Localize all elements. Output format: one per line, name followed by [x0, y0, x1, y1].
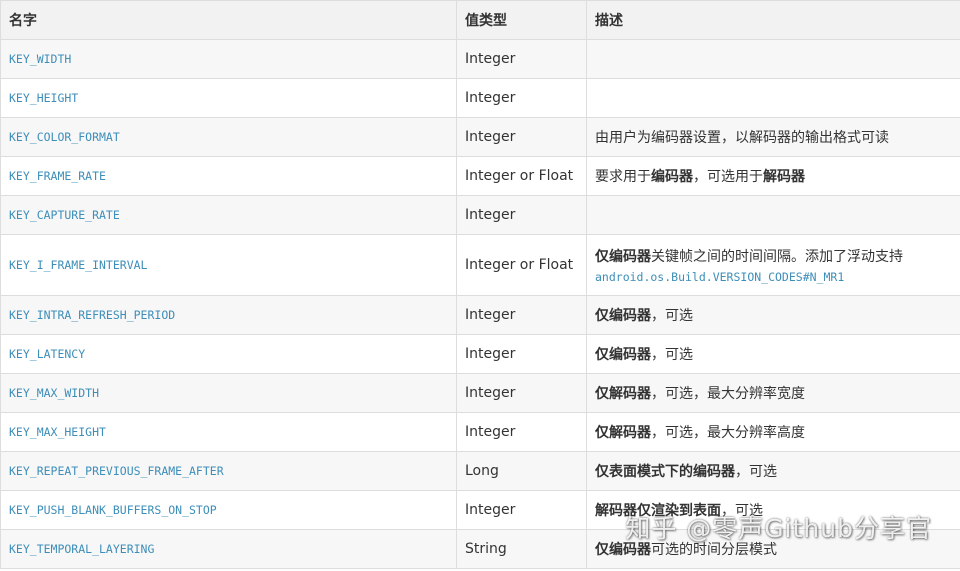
table-row: KEY_WIDTH Integer — [0, 39, 960, 79]
table-row: KEY_CAPTURE_RATE Integer — [0, 195, 960, 235]
table-header: 名字 值类型 描述 — [0, 0, 960, 40]
value-type-cell: Integer — [456, 117, 587, 157]
value-type-cell: Integer — [456, 78, 587, 118]
key-name-link[interactable]: KEY_LATENCY — [0, 334, 457, 374]
key-name-link[interactable]: KEY_TEMPORAL_LAYERING — [0, 529, 457, 569]
value-type-cell: Integer — [456, 490, 587, 530]
description-cell: 由用户为编码器设置，以解码器的输出格式可读 — [586, 117, 960, 157]
description-text: ，可选，最大分辨率宽度 — [651, 386, 805, 402]
key-name-link[interactable]: KEY_HEIGHT — [0, 78, 457, 118]
description-emphasis: 仅解码器 — [595, 386, 651, 402]
table-row: KEY_PUSH_BLANK_BUFFERS_ON_STOP Integer 解码器… — [0, 490, 960, 530]
table-row: KEY_MAX_WIDTH Integer 仅解码器，可选，最大分辨率宽度 — [0, 373, 960, 413]
description-emphasis: 仅编码器 — [595, 248, 651, 265]
description-text: 要求用于 — [595, 169, 651, 185]
table-row: KEY_LATENCY Integer 仅编码器，可选 — [0, 334, 960, 374]
key-name-link[interactable]: KEY_MAX_HEIGHT — [0, 412, 457, 452]
header-description: 描述 — [586, 0, 960, 40]
key-name-link[interactable]: KEY_PUSH_BLANK_BUFFERS_ON_STOP — [0, 490, 457, 530]
table-row: KEY_REPEAT_PREVIOUS_FRAME_AFTER Long 仅表面模式… — [0, 451, 960, 491]
key-name-link[interactable]: KEY_WIDTH — [0, 39, 457, 79]
value-type-cell: Integer — [456, 39, 587, 79]
description-cell: 仅编码器关键帧之间的时间间隔。添加了浮动支持 android.os.Build.V… — [586, 234, 960, 296]
description-emphasis: 仅解码器 — [595, 425, 651, 441]
key-name-link[interactable]: KEY_FRAME_RATE — [0, 156, 457, 196]
description-text: 关键帧之间的时间间隔。添加了浮动支持 — [651, 248, 903, 265]
media-format-keys-table: 名字 值类型 描述 KEY_WIDTH Integer KEY_HEIGHT Inte… — [0, 0, 960, 569]
description-cell: 仅编码器可选的时间分层模式 — [586, 529, 960, 569]
description-cell: 仅编码器，可选 — [586, 295, 960, 335]
key-name-link[interactable]: KEY_MAX_WIDTH — [0, 373, 457, 413]
description-cell: 仅解码器，可选，最大分辨率宽度 — [586, 373, 960, 413]
key-name-link[interactable]: KEY_INTRA_REFRESH_PERIOD — [0, 295, 457, 335]
key-name-link[interactable]: KEY_COLOR_FORMAT — [0, 117, 457, 157]
table-row: KEY_INTRA_REFRESH_PERIOD Integer 仅编码器，可选 — [0, 295, 960, 335]
description-emphasis: 编码器 — [651, 169, 693, 185]
value-type-cell: Integer — [456, 295, 587, 335]
description-text: 由用户为编码器设置，以解码器的输出格式可读 — [595, 130, 889, 146]
description-text: ，可选，最大分辨率高度 — [651, 425, 805, 441]
api-reference-link[interactable]: android.os.Build.VERSION_CODES#N_MR1 — [595, 270, 844, 284]
description-emphasis: 仅编码器 — [595, 347, 651, 363]
value-type-cell: Integer or Float — [456, 156, 587, 196]
description-emphasis: 仅表面模式下的编码器 — [595, 464, 735, 480]
header-name: 名字 — [0, 0, 457, 40]
value-type-cell: Long — [456, 451, 587, 491]
description-cell: 仅编码器，可选 — [586, 334, 960, 374]
value-type-cell: String — [456, 529, 587, 569]
key-name-link[interactable]: KEY_CAPTURE_RATE — [0, 195, 457, 235]
description-cell — [586, 39, 960, 79]
header-row: 名字 值类型 描述 — [0, 0, 960, 40]
value-type-cell: Integer — [456, 334, 587, 374]
description-cell: 仅表面模式下的编码器，可选 — [586, 451, 960, 491]
table-row: KEY_MAX_HEIGHT Integer 仅解码器，可选，最大分辨率高度 — [0, 412, 960, 452]
description-text: ，可选 — [651, 308, 693, 324]
value-type-cell: Integer or Float — [456, 234, 587, 296]
key-name-link[interactable]: KEY_I_FRAME_INTERVAL — [0, 234, 457, 296]
value-type-cell: Integer — [456, 195, 587, 235]
description-emphasis: 解码器仅渲染到表面 — [595, 503, 721, 519]
table-row: KEY_FRAME_RATE Integer or Float 要求用于编码器，可选… — [0, 156, 960, 196]
description-emphasis: 仅编码器 — [595, 542, 651, 558]
description-text: ，可选 — [735, 464, 777, 480]
value-type-cell: Integer — [456, 373, 587, 413]
description-emphasis: 仅编码器 — [595, 308, 651, 324]
table-body: KEY_WIDTH Integer KEY_HEIGHT Integer KEY_COL… — [0, 39, 960, 569]
description-emphasis: 解码器 — [763, 169, 805, 185]
description-cell: 仅解码器，可选，最大分辨率高度 — [586, 412, 960, 452]
description-cell — [586, 195, 960, 235]
description-text: 可选的时间分层模式 — [651, 542, 777, 558]
header-value-type: 值类型 — [456, 0, 587, 40]
table-row: KEY_COLOR_FORMAT Integer 由用户为编码器设置，以解码器的输出… — [0, 117, 960, 157]
table-row: KEY_HEIGHT Integer — [0, 78, 960, 118]
table-row: KEY_I_FRAME_INTERVAL Integer or Float 仅编码器… — [0, 234, 960, 296]
description-text: ，可选用于 — [693, 169, 763, 185]
key-name-link[interactable]: KEY_REPEAT_PREVIOUS_FRAME_AFTER — [0, 451, 457, 491]
description-text: ，可选 — [651, 347, 693, 363]
value-type-cell: Integer — [456, 412, 587, 452]
description-cell: 要求用于编码器，可选用于解码器 — [586, 156, 960, 196]
table-row: KEY_TEMPORAL_LAYERING String 仅编码器可选的时间分层模式 — [0, 529, 960, 569]
description-text: ，可选 — [721, 503, 763, 519]
description-cell — [586, 78, 960, 118]
description-cell: 解码器仅渲染到表面，可选 — [586, 490, 960, 530]
